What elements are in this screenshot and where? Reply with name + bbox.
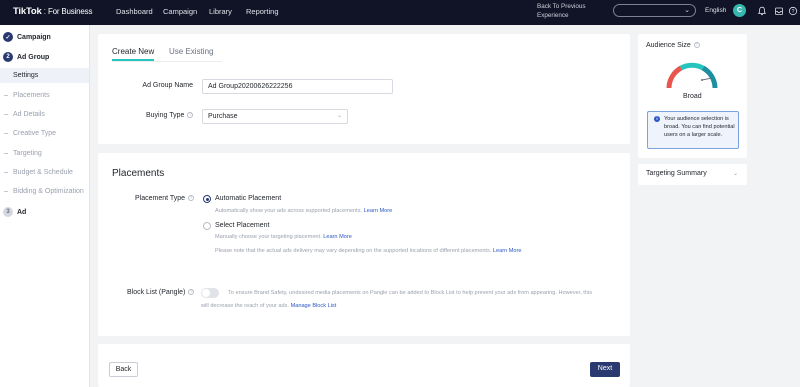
ad-group-name-input[interactable]: Ad Group20200626222256: [202, 79, 393, 94]
sidebar-item-placements[interactable]: Placements: [4, 92, 50, 99]
learn-more-link[interactable]: Learn More: [493, 248, 522, 254]
sidebar-item-creative-type[interactable]: Creative Type: [4, 130, 56, 137]
question-icon[interactable]: ?: [693, 42, 700, 49]
targeting-summary-title: Targeting Summary: [646, 170, 707, 177]
dash-icon: [4, 114, 8, 115]
chevron-down-icon: ⌄: [684, 7, 690, 14]
placement-delivery-note: Please note that the actual ads delivery…: [215, 248, 522, 254]
sidebar-item-label: Placements: [13, 92, 50, 99]
step-ad-group-label: Ad Group: [17, 53, 50, 61]
dash-icon: [4, 191, 8, 192]
question-icon[interactable]: ?: [188, 195, 195, 202]
dash-icon: [4, 172, 8, 173]
question-icon[interactable]: ?: [188, 289, 195, 296]
active-tab-indicator: [112, 59, 154, 61]
learn-more-link[interactable]: Learn More: [323, 234, 352, 240]
placement-type-label: Placement Type?: [135, 195, 195, 202]
placements-card: [98, 153, 630, 336]
check-icon: ✓: [3, 32, 13, 42]
block-list-toggle[interactable]: [201, 288, 219, 298]
audience-size-gauge: [666, 62, 718, 89]
audience-size-title: Audience Size?: [646, 42, 700, 49]
learn-more-link[interactable]: Learn More: [364, 208, 393, 214]
manage-block-list-link[interactable]: Manage Block List: [291, 303, 337, 309]
sidebar-item-label: Settings: [13, 72, 39, 79]
bell-icon[interactable]: [757, 6, 767, 16]
select-placement-label[interactable]: Select Placement: [215, 222, 269, 229]
audience-size-value: Broad: [683, 93, 702, 100]
sidebar-item-label: Budget & Schedule: [13, 169, 73, 176]
tiktok-for-business-logo[interactable]: TikTok: For Business: [13, 6, 92, 17]
select-placement-radio[interactable]: [203, 222, 211, 230]
step-ad-label: Ad: [17, 208, 27, 216]
language-switcher[interactable]: English: [705, 7, 726, 14]
step-ad-group[interactable]: 2 Ad Group: [3, 50, 49, 64]
sidebar-item-targeting[interactable]: Targeting: [4, 150, 42, 157]
sidebar-item-label: Ad Details: [13, 111, 45, 118]
nav-campaign[interactable]: Campaign: [163, 7, 197, 16]
sidebar-item-label: Creative Type: [13, 130, 57, 137]
automatic-placement-label[interactable]: Automatic Placement: [215, 195, 281, 202]
tabs-divider: [112, 61, 222, 62]
question-icon[interactable]: ?: [187, 112, 194, 119]
tab-use-existing[interactable]: Use Existing: [169, 47, 213, 56]
inbox-icon[interactable]: [774, 6, 784, 16]
info-icon: i: [654, 116, 660, 122]
step-campaign[interactable]: ✓ Campaign: [3, 30, 51, 44]
step-ad[interactable]: 3 Ad: [3, 205, 26, 219]
tab-create-new[interactable]: Create New: [112, 47, 154, 56]
dash-icon: [4, 153, 8, 154]
next-button[interactable]: Next: [590, 362, 620, 377]
block-list-label: Block List (Pangle)?: [127, 289, 195, 296]
block-list-help-line-1: To ensure Brand Safety, undesired media …: [228, 290, 593, 296]
ad-group-name-label: Ad Group Name: [142, 82, 193, 89]
sidebar-item-label: Bidding & Optimization: [13, 188, 84, 195]
back-button[interactable]: Back: [109, 362, 138, 377]
nav-library[interactable]: Library: [209, 7, 232, 16]
step-number: 2: [3, 52, 13, 62]
sidebar-item-budget-schedule[interactable]: Budget & Schedule: [4, 169, 73, 176]
account-selector[interactable]: ⌄: [613, 4, 696, 17]
svg-text:?: ?: [792, 9, 795, 15]
back-to-previous-experience-link[interactable]: Back To Previous Experience: [537, 3, 597, 20]
sidebar-item-settings[interactable]: Settings: [0, 68, 89, 83]
audience-info-text: Your audience selection is broad. You ca…: [664, 116, 735, 138]
placements-title: Placements: [112, 168, 165, 179]
chevron-down-icon: ⌄: [336, 113, 342, 119]
footer-action-bar: [98, 344, 630, 387]
help-icon[interactable]: ?: [788, 6, 798, 16]
sidebar-item-bidding-optimization[interactable]: Bidding & Optimization: [4, 188, 84, 195]
step-campaign-label: Campaign: [17, 33, 51, 41]
sidebar-item-label: Targeting: [13, 150, 42, 157]
top-navigation-bar: TikTok: For Business Dashboard Campaign L…: [0, 0, 800, 25]
audience-info-box: i Your audience selection is broad. You …: [647, 111, 739, 149]
step-number: 3: [3, 207, 13, 217]
buying-type-select[interactable]: Purchase ⌄: [202, 109, 348, 124]
chevron-down-icon[interactable]: ⌄: [733, 170, 738, 177]
nav-reporting[interactable]: Reporting: [246, 7, 279, 16]
block-list-help-line-2: will decrease the reach of your ads. Man…: [201, 303, 337, 309]
creation-steps-sidebar: ✓ Campaign 2 Ad Group Settings Placement…: [0, 25, 90, 387]
automatic-placement-help: Automatically show your ads across suppo…: [215, 208, 393, 214]
dash-icon: [4, 133, 8, 134]
automatic-placement-radio[interactable]: [203, 195, 211, 203]
dash-icon: [4, 95, 8, 96]
buying-type-value: Purchase: [208, 113, 238, 120]
sidebar-item-ad-details[interactable]: Ad Details: [4, 111, 45, 118]
select-placement-help: Manually choose your targeting placement…: [215, 234, 352, 240]
avatar[interactable]: C: [733, 4, 746, 17]
buying-type-label: Buying Type?: [146, 112, 194, 119]
nav-dashboard[interactable]: Dashboard: [116, 7, 153, 16]
